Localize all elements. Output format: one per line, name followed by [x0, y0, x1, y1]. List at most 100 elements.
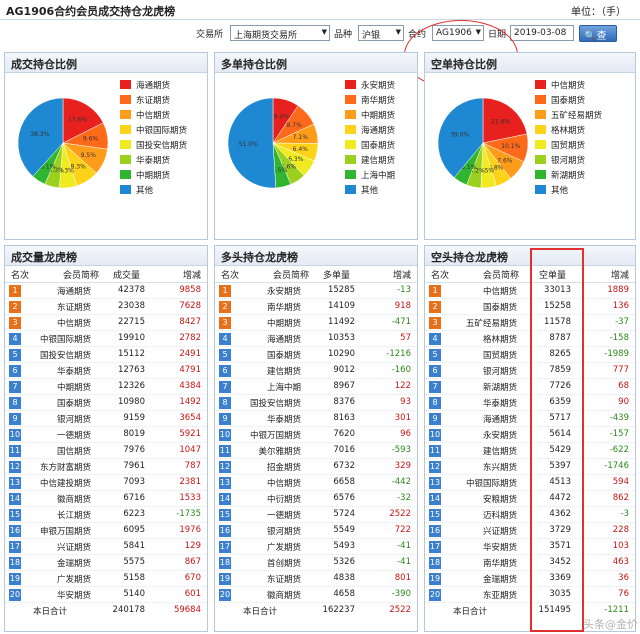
- volume-value: 23038: [117, 301, 145, 311]
- member-name: 申银万国期货: [39, 527, 91, 537]
- change-value: 136: [612, 301, 629, 311]
- pie-slice-label: 10.1%: [501, 143, 520, 150]
- volume-value: 8376: [333, 397, 355, 407]
- change-value: 96: [400, 429, 411, 439]
- member-name: 建信期货: [266, 367, 301, 377]
- member-name: 国信期货: [56, 447, 91, 457]
- legend-item: 其他: [120, 184, 187, 199]
- legend-item: 五矿经易期货: [535, 109, 602, 124]
- volume-value: 6658: [333, 477, 355, 487]
- volume-value: 5158: [123, 573, 145, 583]
- volume-value: 19910: [117, 333, 145, 343]
- volume-value: 10353: [327, 333, 355, 343]
- chart-legend: 永安期货 南华期货 中期期货 海通期货 国泰期货 建信期货 上海中期 其他: [345, 79, 395, 199]
- change-value: 103: [612, 541, 629, 551]
- volume-value: 5326: [333, 557, 355, 567]
- change-value: 594: [612, 477, 629, 487]
- member-name: 广发期货: [266, 543, 301, 553]
- volume-value: 7961: [123, 461, 145, 471]
- table-title: 多头持仓龙虎榜: [215, 246, 417, 266]
- table-row: 8 国投安信期货 8376 93: [215, 395, 417, 411]
- change-value: -32: [397, 493, 411, 503]
- legend-swatch: [120, 95, 131, 104]
- legend-item: 中信期货: [120, 109, 187, 124]
- chevron-down-icon: ▼: [321, 28, 327, 36]
- col-rank: 名次: [11, 271, 30, 281]
- change-value: -1735: [176, 509, 201, 519]
- col-rank: 名次: [431, 271, 450, 281]
- legend-swatch: [120, 140, 131, 149]
- volume-value: 9159: [123, 413, 145, 423]
- change-value: 1047: [179, 445, 201, 455]
- volume-value: 42378: [117, 285, 145, 295]
- change-value: -41: [397, 541, 411, 551]
- legend-item: 中银国际期货: [120, 124, 187, 139]
- table-row: 19 广发期货 5158 670: [5, 571, 207, 587]
- table-row: 2 南华期货 14109 918: [215, 299, 417, 315]
- change-value: -593: [391, 445, 411, 455]
- chart-panel-volume: 成交持仓比例 17.6% 9.6% 9.5% 8.3% 6.3% 5.3% 5.1% 38.3…: [4, 52, 208, 240]
- legend-swatch: [120, 125, 131, 134]
- change-value: 867: [184, 557, 201, 567]
- member-name: 东方财富期货: [39, 463, 91, 473]
- volume-value: 6223: [123, 509, 145, 519]
- table-row: 5 国泰期货 10290 -1216: [215, 347, 417, 363]
- table-row: 12 招金期货 6732 329: [215, 459, 417, 475]
- member-name: 安粮期货: [482, 495, 517, 505]
- table-panel-long: 多头持仓龙虎榜 名次 会员简称 多单量 增减 1 永安期货 15285 -13 2 南华期货 141…: [214, 245, 418, 632]
- member-name: 华安期货: [482, 543, 517, 553]
- pie-slice-label: 7.6%: [497, 157, 513, 164]
- change-value: 670: [184, 573, 201, 583]
- change-value: 301: [394, 413, 411, 423]
- member-name: 徽商期货: [56, 495, 91, 505]
- member-name: 华泰期货: [482, 399, 517, 409]
- volume-value: 10290: [327, 349, 355, 359]
- legend-item: 国泰期货: [535, 94, 602, 109]
- total-label: 本日合计: [453, 607, 488, 617]
- member-name: 国投安信期货: [249, 399, 301, 409]
- table-row: 14 徽商期货 6716 1533: [5, 491, 207, 507]
- table-row: 13 中信建投期货 7093 2381: [5, 475, 207, 491]
- volume-value: 5549: [333, 525, 355, 535]
- legend-swatch: [120, 80, 131, 89]
- volume-value: 6095: [123, 525, 145, 535]
- date-input[interactable]: 2019-03-08: [510, 25, 574, 41]
- product-select[interactable]: 沪银 ▼: [358, 25, 404, 41]
- total-change: 59684: [173, 605, 201, 615]
- change-value: 2491: [179, 349, 201, 359]
- member-name: 东兴期货: [482, 463, 517, 473]
- table-row: 20 华安期货 5140 601: [5, 587, 207, 603]
- table-row: 8 国泰期货 10980 1492: [5, 395, 207, 411]
- col-change: 增减: [610, 271, 629, 281]
- change-value: 787: [184, 461, 201, 471]
- change-value: 9858: [179, 285, 201, 295]
- table-row: 1 永安期货 15285 -13: [215, 283, 417, 299]
- volume-value: 15285: [327, 285, 355, 295]
- highlight-box: [530, 248, 584, 632]
- change-value: 8427: [179, 317, 201, 327]
- change-value: 129: [184, 541, 201, 551]
- volume-value: 22715: [117, 317, 145, 327]
- change-value: 1976: [179, 525, 201, 535]
- legend-swatch: [345, 110, 356, 119]
- table-row: 14 中衍期货 6576 -32: [215, 491, 417, 507]
- legend-item: 格林期货: [535, 124, 602, 139]
- member-name: 永安期货: [266, 287, 301, 297]
- member-name: 首创期货: [266, 559, 301, 569]
- legend-item: 华泰期货: [120, 154, 187, 169]
- member-name: 建信期货: [482, 447, 517, 457]
- member-name: 长江期货: [56, 511, 91, 521]
- legend-item: 新湖期货: [535, 169, 602, 184]
- legend-item: 永安期货: [345, 79, 395, 94]
- volume-value: 12763: [117, 365, 145, 375]
- member-name: 中衍期货: [266, 495, 301, 505]
- pie-slice-label: 6.4%: [293, 146, 309, 153]
- volume-value: 7016: [333, 445, 355, 455]
- chart-legend: 中信期货 国泰期货 五矿经易期货 格林期货 国贸期货 银河期货 新湖期货 其他: [535, 79, 602, 199]
- volume-value: 8019: [123, 429, 145, 439]
- exchange-select[interactable]: 上海期货交易所 ▼: [230, 25, 330, 41]
- change-value: -160: [391, 365, 411, 375]
- volume-value: 14109: [327, 301, 355, 311]
- member-name: 银河期货: [482, 367, 517, 377]
- query-button[interactable]: 🔍查询: [579, 25, 617, 57]
